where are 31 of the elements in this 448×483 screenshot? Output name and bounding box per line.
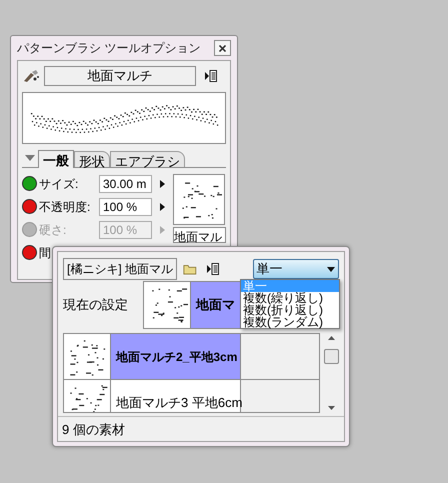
material-item[interactable]: 地面マルチ3 平地6cm [111, 380, 241, 412]
material-item[interactable]: 地面マルチ2_平地3cm [111, 334, 241, 379]
increment-arrow-icon[interactable] [160, 180, 165, 188]
setting-label: 硬さ: [39, 222, 68, 238]
scroll-up-icon[interactable] [328, 336, 335, 340]
brush-icon [22, 69, 39, 83]
mode-dropdown[interactable]: 単一 [252, 259, 339, 279]
setting-label: 不透明度: [39, 198, 92, 216]
scroll-thumb[interactable] [324, 348, 339, 364]
tab[interactable]: 一般 [38, 150, 74, 168]
folder-icon[interactable] [183, 262, 197, 276]
collapse-icon[interactable] [25, 155, 35, 161]
close-icon [219, 44, 226, 52]
setting-label: サイズ: [39, 176, 80, 192]
setting-label: 間 [39, 244, 52, 262]
scroll-down-icon[interactable] [328, 406, 335, 410]
close-button[interactable] [214, 40, 231, 56]
tab[interactable]: 形状 [74, 151, 110, 167]
value-field[interactable]: 30.00 m [99, 174, 152, 192]
dropdown-arrow-icon [327, 266, 335, 272]
increment-arrow-icon[interactable] [160, 202, 165, 210]
value-field[interactable]: 100 % [99, 198, 152, 216]
window-title: パターンブラシ ツールオプション [17, 40, 200, 57]
material-set-field[interactable]: [橘ニシキ] 地面マル [63, 258, 178, 280]
menu-icon[interactable] [206, 263, 219, 275]
brush-name-field[interactable]: 地面マルチ [44, 66, 196, 86]
thumbnail-label: 地面マル [173, 227, 226, 243]
tab[interactable]: エアブラシ [110, 151, 185, 167]
menu-icon[interactable] [205, 70, 217, 82]
status-text: 9 個の素材 [62, 420, 125, 439]
current-setting-label: 現在の設定 [63, 296, 129, 314]
